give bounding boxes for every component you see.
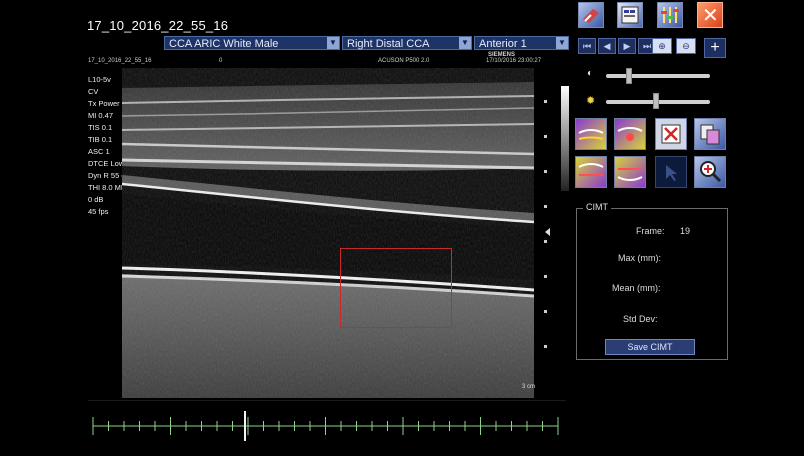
contrast-slider[interactable] [606,74,710,78]
edit-trace-button[interactable] [614,118,646,150]
protocol-dropdown[interactable]: CCA ARIC White Male ▼ [164,36,340,50]
close-button[interactable]: ✕ [697,2,723,28]
zoom-out-button[interactable]: ⊖ [676,38,696,54]
depth-marker [544,205,547,208]
measure-settings-button[interactable] [657,2,683,28]
contrast-icon: ◐ [587,68,594,79]
chevron-down-icon: ▼ [327,37,339,49]
depth-marker [544,100,547,103]
far-wall-icon [617,168,643,181]
probe-icon [583,9,599,23]
depth-marker [544,240,547,243]
protocol-dropdown-label: CCA ARIC White Male [169,38,279,50]
next-frame-icon: ▶ [623,41,631,51]
first-frame-button[interactable]: ⏮ [578,38,596,54]
meta-datetime: 17/10/2016 23:00:27 [486,58,542,64]
settings-sliders-icon [661,7,679,23]
zoom-out-icon: ⊖ [682,41,690,51]
roi-box[interactable] [340,248,452,328]
close-icon: ✕ [702,5,719,27]
frame-label: Frame: [636,226,665,236]
depth-marker [544,310,547,313]
brightness-icon: ✹ [586,95,596,107]
magnify-button[interactable] [694,156,726,188]
study-title: 17_10_2016_22_55_16 [87,18,229,33]
edit-trace-icon [617,127,643,141]
chevron-down-icon: ▼ [459,37,471,49]
depth-marker [544,345,547,348]
trace-icon [578,129,604,140]
zoom-in-icon: ⊕ [658,41,666,51]
near-wall-icon [578,163,604,176]
next-frame-button[interactable]: ▶ [618,38,636,54]
focus-arrow-icon [545,228,550,236]
depth-marker [544,275,547,278]
meta-index: 0 [219,58,223,64]
magnify-icon [700,161,722,183]
last-frame-icon: ⏭ [642,41,652,51]
plus-icon: + [710,39,720,56]
first-frame-icon: ⏮ [582,41,592,51]
chevron-down-icon: ▼ [556,37,568,49]
near-wall-button[interactable] [575,156,607,188]
auto-trace-button[interactable] [575,118,607,150]
ultrasound-texture [122,68,534,398]
grayscale-bar [561,86,569,191]
zoom-in-button[interactable]: ⊕ [652,38,672,54]
cimt-title: CIMT [583,202,611,212]
far-wall-button[interactable] [614,156,646,188]
prev-frame-button[interactable]: ◀ [598,38,616,54]
contrast-slider-thumb[interactable] [625,68,632,84]
mean-label: Mean (mm): [612,283,661,293]
report-button[interactable] [617,2,643,28]
view-dropdown-label: Anterior 1 [479,38,527,50]
depth-marker [544,135,547,138]
location-dropdown[interactable]: Right Distal CCA ▼ [342,36,472,50]
delete-button[interactable] [655,118,687,150]
frame-value: 19 [680,226,691,236]
view-dropdown[interactable]: Anterior 1 ▼ [474,36,569,50]
brightness-slider-thumb[interactable] [652,93,659,109]
std-dev-label: Std Dev: [623,314,658,324]
location-dropdown-label: Right Distal CCA [347,38,430,50]
cine-timeline[interactable] [88,400,566,451]
save-cimt-button[interactable]: Save CIMT [605,339,695,355]
pointer-button[interactable] [655,156,687,188]
meta-filename: 17_10_2016_22_55_16 [88,58,152,64]
meta-device: ACUSON P500 2.0 [378,58,430,64]
prev-frame-icon: ◀ [603,41,611,51]
timeline-ruler [92,411,559,441]
depth-label: 3 cm [522,384,536,390]
ultrasound-image[interactable] [122,68,534,398]
depth-marker [544,170,547,173]
copy-button[interactable] [694,118,726,150]
cursor-icon [666,165,677,181]
copy-icon [700,124,720,145]
add-button[interactable]: + [704,38,726,58]
report-icon [621,6,639,24]
probe-button[interactable] [578,2,604,28]
delete-icon [661,124,681,144]
max-label: Max (mm): [618,253,661,263]
